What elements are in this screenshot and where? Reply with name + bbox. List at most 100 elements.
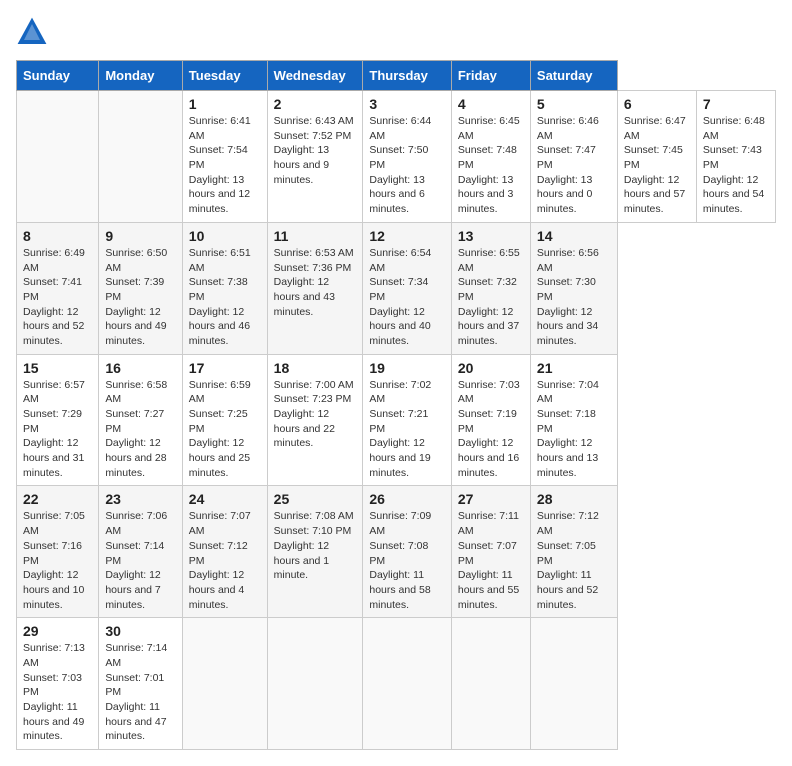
calendar-cell: 6 Sunrise: 6:47 AMSunset: 7:45 PMDayligh… [617, 91, 696, 223]
calendar-cell: 9 Sunrise: 6:50 AMSunset: 7:39 PMDayligh… [99, 222, 182, 354]
day-number: 11 [274, 228, 357, 244]
day-info: Sunrise: 7:02 AMSunset: 7:21 PMDaylight:… [369, 378, 444, 481]
calendar-cell [451, 618, 530, 750]
day-info: Sunrise: 6:51 AMSunset: 7:38 PMDaylight:… [189, 246, 261, 349]
calendar-cell: 22 Sunrise: 7:05 AMSunset: 7:16 PMDaylig… [17, 486, 99, 618]
calendar-table: SundayMondayTuesdayWednesdayThursdayFrid… [16, 60, 776, 750]
calendar-cell: 20 Sunrise: 7:03 AMSunset: 7:19 PMDaylig… [451, 354, 530, 486]
day-info: Sunrise: 6:46 AMSunset: 7:47 PMDaylight:… [537, 114, 611, 217]
day-number: 5 [537, 96, 611, 112]
header-row: SundayMondayTuesdayWednesdayThursdayFrid… [17, 61, 776, 91]
empty-cell [99, 91, 182, 223]
calendar-cell: 2 Sunrise: 6:43 AMSunset: 7:52 PMDayligh… [267, 91, 363, 223]
calendar-row: 29 Sunrise: 7:13 AMSunset: 7:03 PMDaylig… [17, 618, 776, 750]
day-info: Sunrise: 7:04 AMSunset: 7:18 PMDaylight:… [537, 378, 611, 481]
calendar-row: 15 Sunrise: 6:57 AMSunset: 7:29 PMDaylig… [17, 354, 776, 486]
calendar-row: 8 Sunrise: 6:49 AMSunset: 7:41 PMDayligh… [17, 222, 776, 354]
calendar-cell [363, 618, 451, 750]
logo-icon [16, 16, 48, 48]
day-info: Sunrise: 6:43 AMSunset: 7:52 PMDaylight:… [274, 114, 357, 187]
calendar-cell: 10 Sunrise: 6:51 AMSunset: 7:38 PMDaylig… [182, 222, 267, 354]
calendar-cell: 3 Sunrise: 6:44 AMSunset: 7:50 PMDayligh… [363, 91, 451, 223]
calendar-cell: 8 Sunrise: 6:49 AMSunset: 7:41 PMDayligh… [17, 222, 99, 354]
calendar-row: 22 Sunrise: 7:05 AMSunset: 7:16 PMDaylig… [17, 486, 776, 618]
day-number: 7 [703, 96, 769, 112]
day-number: 13 [458, 228, 524, 244]
day-number: 10 [189, 228, 261, 244]
day-info: Sunrise: 6:47 AMSunset: 7:45 PMDaylight:… [624, 114, 690, 217]
day-info: Sunrise: 7:09 AMSunset: 7:08 PMDaylight:… [369, 509, 444, 612]
empty-cell [17, 91, 99, 223]
day-number: 20 [458, 360, 524, 376]
col-header-tuesday: Tuesday [182, 61, 267, 91]
calendar-cell: 29 Sunrise: 7:13 AMSunset: 7:03 PMDaylig… [17, 618, 99, 750]
day-info: Sunrise: 7:07 AMSunset: 7:12 PMDaylight:… [189, 509, 261, 612]
day-info: Sunrise: 7:00 AMSunset: 7:23 PMDaylight:… [274, 378, 357, 451]
day-number: 2 [274, 96, 357, 112]
calendar-cell: 27 Sunrise: 7:11 AMSunset: 7:07 PMDaylig… [451, 486, 530, 618]
calendar-cell: 18 Sunrise: 7:00 AMSunset: 7:23 PMDaylig… [267, 354, 363, 486]
day-number: 15 [23, 360, 92, 376]
day-info: Sunrise: 7:05 AMSunset: 7:16 PMDaylight:… [23, 509, 92, 612]
calendar-cell [182, 618, 267, 750]
day-number: 26 [369, 491, 444, 507]
col-header-wednesday: Wednesday [267, 61, 363, 91]
day-info: Sunrise: 7:03 AMSunset: 7:19 PMDaylight:… [458, 378, 524, 481]
calendar-cell: 14 Sunrise: 6:56 AMSunset: 7:30 PMDaylig… [530, 222, 617, 354]
day-number: 29 [23, 623, 92, 639]
day-number: 4 [458, 96, 524, 112]
calendar-cell: 19 Sunrise: 7:02 AMSunset: 7:21 PMDaylig… [363, 354, 451, 486]
calendar-cell: 4 Sunrise: 6:45 AMSunset: 7:48 PMDayligh… [451, 91, 530, 223]
day-info: Sunrise: 6:48 AMSunset: 7:43 PMDaylight:… [703, 114, 769, 217]
day-number: 19 [369, 360, 444, 376]
col-header-friday: Friday [451, 61, 530, 91]
day-info: Sunrise: 6:45 AMSunset: 7:48 PMDaylight:… [458, 114, 524, 217]
calendar-cell [530, 618, 617, 750]
day-info: Sunrise: 6:57 AMSunset: 7:29 PMDaylight:… [23, 378, 92, 481]
calendar-cell: 25 Sunrise: 7:08 AMSunset: 7:10 PMDaylig… [267, 486, 363, 618]
calendar-cell: 17 Sunrise: 6:59 AMSunset: 7:25 PMDaylig… [182, 354, 267, 486]
day-number: 12 [369, 228, 444, 244]
calendar-cell: 5 Sunrise: 6:46 AMSunset: 7:47 PMDayligh… [530, 91, 617, 223]
day-number: 9 [105, 228, 175, 244]
day-number: 30 [105, 623, 175, 639]
day-info: Sunrise: 6:49 AMSunset: 7:41 PMDaylight:… [23, 246, 92, 349]
calendar-cell: 24 Sunrise: 7:07 AMSunset: 7:12 PMDaylig… [182, 486, 267, 618]
calendar-cell [267, 618, 363, 750]
calendar-cell: 26 Sunrise: 7:09 AMSunset: 7:08 PMDaylig… [363, 486, 451, 618]
day-info: Sunrise: 6:41 AMSunset: 7:54 PMDaylight:… [189, 114, 261, 217]
calendar-cell: 12 Sunrise: 6:54 AMSunset: 7:34 PMDaylig… [363, 222, 451, 354]
day-info: Sunrise: 7:12 AMSunset: 7:05 PMDaylight:… [537, 509, 611, 612]
day-info: Sunrise: 6:54 AMSunset: 7:34 PMDaylight:… [369, 246, 444, 349]
day-number: 17 [189, 360, 261, 376]
day-number: 23 [105, 491, 175, 507]
day-number: 21 [537, 360, 611, 376]
day-number: 14 [537, 228, 611, 244]
day-info: Sunrise: 6:55 AMSunset: 7:32 PMDaylight:… [458, 246, 524, 349]
day-info: Sunrise: 6:44 AMSunset: 7:50 PMDaylight:… [369, 114, 444, 217]
calendar-row: 1 Sunrise: 6:41 AMSunset: 7:54 PMDayligh… [17, 91, 776, 223]
day-number: 28 [537, 491, 611, 507]
day-number: 6 [624, 96, 690, 112]
day-info: Sunrise: 6:59 AMSunset: 7:25 PMDaylight:… [189, 378, 261, 481]
calendar-cell: 15 Sunrise: 6:57 AMSunset: 7:29 PMDaylig… [17, 354, 99, 486]
day-info: Sunrise: 6:58 AMSunset: 7:27 PMDaylight:… [105, 378, 175, 481]
calendar-cell: 11 Sunrise: 6:53 AMSunset: 7:36 PMDaylig… [267, 222, 363, 354]
day-number: 1 [189, 96, 261, 112]
calendar-cell: 30 Sunrise: 7:14 AMSunset: 7:01 PMDaylig… [99, 618, 182, 750]
day-number: 3 [369, 96, 444, 112]
calendar-cell: 23 Sunrise: 7:06 AMSunset: 7:14 PMDaylig… [99, 486, 182, 618]
day-number: 16 [105, 360, 175, 376]
calendar-cell: 28 Sunrise: 7:12 AMSunset: 7:05 PMDaylig… [530, 486, 617, 618]
day-info: Sunrise: 6:56 AMSunset: 7:30 PMDaylight:… [537, 246, 611, 349]
day-number: 22 [23, 491, 92, 507]
calendar-cell: 13 Sunrise: 6:55 AMSunset: 7:32 PMDaylig… [451, 222, 530, 354]
day-info: Sunrise: 7:14 AMSunset: 7:01 PMDaylight:… [105, 641, 175, 744]
day-info: Sunrise: 7:06 AMSunset: 7:14 PMDaylight:… [105, 509, 175, 612]
col-header-thursday: Thursday [363, 61, 451, 91]
day-info: Sunrise: 7:08 AMSunset: 7:10 PMDaylight:… [274, 509, 357, 582]
col-header-monday: Monday [99, 61, 182, 91]
day-number: 25 [274, 491, 357, 507]
calendar-cell: 1 Sunrise: 6:41 AMSunset: 7:54 PMDayligh… [182, 91, 267, 223]
col-header-saturday: Saturday [530, 61, 617, 91]
